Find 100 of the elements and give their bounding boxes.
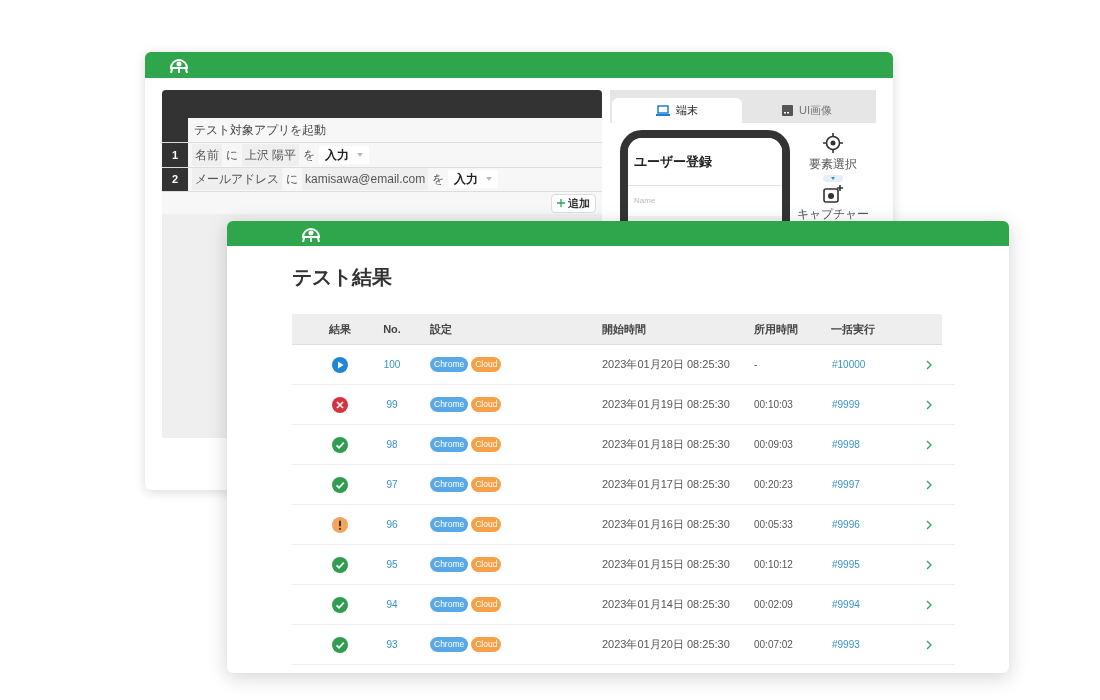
tag: Chrome xyxy=(430,597,469,612)
launch-step-text: テスト対象アプリを起動 xyxy=(194,122,326,139)
column-header: 一括実行 xyxy=(830,321,876,337)
chevron-right-icon[interactable] xyxy=(926,519,932,530)
plus-icon xyxy=(557,199,565,207)
tag: Cloud xyxy=(471,477,502,492)
error-icon xyxy=(332,396,348,413)
batch-link[interactable]: #9999 xyxy=(832,399,860,410)
tag: Chrome xyxy=(430,557,469,572)
duration: 00:10:12 xyxy=(754,558,794,572)
start-time: 2023年01月15日 08:25:30 xyxy=(602,557,731,573)
action-select[interactable]: 入力 xyxy=(448,170,499,189)
target-chip[interactable]: 名前 xyxy=(192,143,222,166)
caret-icon xyxy=(486,177,493,182)
batch-link[interactable]: #9997 xyxy=(832,479,860,490)
tag: Cloud xyxy=(471,437,502,452)
tag: Chrome xyxy=(430,637,469,652)
tag: Cloud xyxy=(471,357,502,372)
image-icon xyxy=(782,105,793,116)
value-chip[interactable]: 上沢 陽平 xyxy=(242,143,300,166)
chevron-right-icon[interactable] xyxy=(926,359,932,370)
column-header: 結果 xyxy=(327,321,352,337)
batch-link[interactable]: #9996 xyxy=(832,519,860,530)
tag: Cloud xyxy=(471,517,502,532)
tag: Chrome xyxy=(430,517,469,532)
tool-label[interactable]: 要素選択 xyxy=(809,155,857,173)
warning-icon xyxy=(332,516,348,533)
duration: 00:02:09 xyxy=(754,598,794,612)
batch-link[interactable]: #9998 xyxy=(832,439,860,450)
start-time: 2023年01月20日 08:25:30 xyxy=(602,357,731,373)
result-row[interactable]: 100 Chrome Cloud 2023年01月20日 08:25:30 - #10000 xyxy=(292,345,955,385)
run-number-link[interactable]: 99 xyxy=(386,397,398,412)
tag: Chrome xyxy=(430,397,469,412)
action-select[interactable]: 入力 xyxy=(319,145,370,164)
check-icon xyxy=(332,636,348,653)
check-icon xyxy=(332,596,348,613)
result-row[interactable]: 98 Chrome Cloud 2023年01月18日 08:25:30 00:09:03 #9998 xyxy=(292,425,955,465)
screen-title: ユーザー登録 xyxy=(634,152,712,171)
duration: 00:10:03 xyxy=(754,398,794,412)
start-time: 2023年01月16日 08:25:30 xyxy=(602,517,731,533)
chevron-right-icon[interactable] xyxy=(926,599,932,610)
duration: - xyxy=(754,358,759,372)
play-icon xyxy=(332,356,348,373)
column-header: 開始時間 xyxy=(602,321,647,337)
batch-link[interactable]: #9994 xyxy=(832,599,860,610)
particle-text: に xyxy=(226,146,238,164)
duration: 00:20:23 xyxy=(754,478,794,492)
run-number-link[interactable]: 94 xyxy=(386,597,398,612)
step-number: 2 xyxy=(171,172,179,187)
result-row[interactable]: 99 Chrome Cloud 2023年01月19日 08:25:30 00:10:03 #9999 xyxy=(292,385,955,425)
value-chip[interactable]: kamisawa@email.com xyxy=(302,168,429,191)
tag: Cloud xyxy=(471,637,502,652)
duration: 00:05:33 xyxy=(754,518,794,532)
column-header: 設定 xyxy=(429,321,453,337)
target-chip[interactable]: メールアドレス xyxy=(192,168,282,191)
chevron-right-icon[interactable] xyxy=(926,639,932,650)
tag: Chrome xyxy=(430,357,469,372)
particle-text: を xyxy=(303,146,316,164)
add-button[interactable]: 追加 xyxy=(551,193,596,213)
chevron-right-icon[interactable] xyxy=(926,559,932,570)
chevron-right-icon[interactable] xyxy=(926,439,932,450)
result-row[interactable]: 94 Chrome Cloud 2023年01月14日 08:25:30 00:02:09 #9994 xyxy=(292,585,955,625)
tag: Chrome xyxy=(430,477,469,492)
run-number-link[interactable]: 100 xyxy=(383,357,401,372)
camera-plus-icon xyxy=(823,185,843,203)
run-number-link[interactable]: 98 xyxy=(386,437,398,452)
result-row[interactable]: 93 Chrome Cloud 2023年01月20日 08:25:30 00:07:02 #9993 xyxy=(292,625,955,665)
target-icon xyxy=(823,133,843,153)
particle-text: に xyxy=(286,171,298,189)
result-row[interactable]: 95 Chrome Cloud 2023年01月15日 08:25:30 00:10:12 #9995 xyxy=(292,545,955,585)
start-time: 2023年01月18日 08:25:30 xyxy=(602,437,731,453)
preview-tab[interactable]: UI画像 xyxy=(742,98,872,123)
page-title: テスト結果 xyxy=(292,265,393,290)
column-header: No. xyxy=(382,321,402,337)
tag: Cloud xyxy=(471,397,502,412)
start-time: 2023年01月20日 08:25:30 xyxy=(602,637,731,653)
result-row[interactable]: 97 Chrome Cloud 2023年01月17日 08:25:30 00:20:23 #9997 xyxy=(292,465,955,505)
tag: Cloud xyxy=(471,597,502,612)
batch-link[interactable]: #9995 xyxy=(832,559,860,570)
tool-label[interactable]: キャプチャー xyxy=(797,205,869,223)
batch-link[interactable]: #10000 xyxy=(832,359,866,370)
chevron-right-icon[interactable] xyxy=(926,399,932,410)
start-time: 2023年01月17日 08:25:30 xyxy=(602,477,731,493)
caret-icon xyxy=(357,152,364,157)
laptop-icon xyxy=(656,105,670,116)
caret-icon[interactable] xyxy=(823,175,843,182)
duration: 00:09:03 xyxy=(754,438,794,452)
batch-link[interactable]: #9993 xyxy=(832,639,860,650)
column-header: 所用時間 xyxy=(754,321,799,337)
run-number-link[interactable]: 97 xyxy=(386,477,398,492)
run-number-link[interactable]: 95 xyxy=(386,557,398,572)
check-icon xyxy=(332,436,348,453)
preview-tab[interactable]: 端末 xyxy=(612,98,742,123)
run-number-link[interactable]: 93 xyxy=(386,637,398,652)
result-row[interactable]: 96 Chrome Cloud 2023年01月16日 08:25:30 00:05:33 #9996 xyxy=(292,505,955,545)
start-time: 2023年01月14日 08:25:30 xyxy=(602,597,731,613)
check-icon xyxy=(332,556,348,573)
tag: Chrome xyxy=(430,437,469,452)
chevron-right-icon[interactable] xyxy=(926,479,932,490)
run-number-link[interactable]: 96 xyxy=(386,517,398,532)
